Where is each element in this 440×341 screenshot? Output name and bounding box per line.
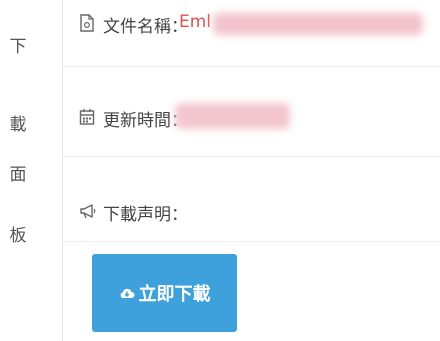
side-label-char: 載	[9, 115, 27, 135]
file-name-value: Eml	[179, 12, 212, 32]
side-label-char: 下	[9, 37, 27, 57]
disclaimer-label: 下載声明：	[103, 205, 188, 225]
redacted-update-time	[175, 103, 290, 129]
megaphone-icon	[80, 204, 96, 219]
download-panel: 下 載 面 板 文件名稱： Eml 更新時間： 下載声明： 立即下載	[0, 0, 440, 341]
cloud-download-icon	[120, 288, 134, 298]
download-now-button[interactable]: 立即下載	[92, 254, 237, 332]
file-name-row: 文件名稱： Eml	[63, 0, 440, 67]
side-label: 下 載 面 板	[0, 0, 63, 341]
file-icon	[80, 14, 94, 32]
side-label-char: 面	[9, 165, 27, 185]
redacted-file-name	[213, 13, 423, 35]
update-time-row: 更新時間：	[63, 67, 440, 157]
file-name-label: 文件名稱：	[103, 17, 188, 37]
disclaimer-row: 下載声明：	[63, 157, 440, 242]
side-label-char: 板	[9, 226, 27, 246]
download-now-label: 立即下載	[138, 284, 211, 305]
calendar-icon	[79, 109, 95, 125]
